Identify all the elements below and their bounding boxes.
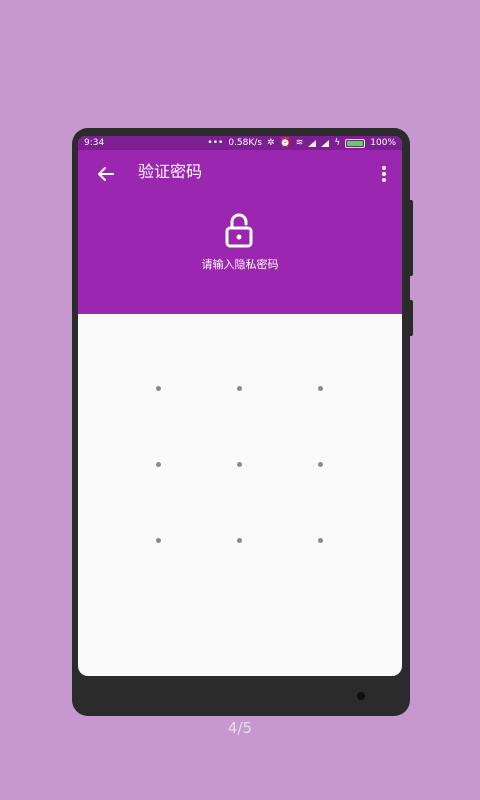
pattern-dot[interactable] [237,538,242,543]
pattern-dot[interactable] [318,538,323,543]
pattern-lock-grid[interactable] [78,314,402,676]
network-speed: 0.58K/s [228,138,263,148]
signal-icon [321,139,330,147]
password-prompt: 请输入隐私密码 [201,258,279,271]
volume-button [408,200,413,276]
pattern-dot[interactable] [237,386,242,391]
more-menu-button[interactable] [374,160,394,188]
more-dots-icon: ••• [207,138,224,148]
more-vertical-icon [382,166,386,182]
back-button[interactable] [92,160,120,188]
pattern-dot[interactable] [237,462,242,467]
status-icons: ••• 0.58K/s ✲ ⏰ ≋ ϟ 100% [207,136,396,150]
pattern-dot[interactable] [156,462,161,467]
page-title: 验证密码 [138,162,203,181]
pattern-dot[interactable] [318,462,323,467]
charging-icon: ϟ [334,138,341,148]
page-indicator: 4/5 [227,719,253,737]
wifi-icon: ≋ [295,138,304,148]
header: 验证密码 请输入隐私密码 [78,150,402,314]
battery-level: 100% [370,138,396,148]
arrow-left-icon [98,167,114,181]
bluetooth-icon: ✲ [267,138,275,148]
status-time: 9:34 [84,138,105,148]
battery-icon [345,138,366,148]
alarm-icon: ⏰ [279,138,291,148]
status-bar: 9:34 ••• 0.58K/s ✲ ⏰ ≋ ϟ 100% [78,136,402,150]
pattern-dot[interactable] [156,386,161,391]
pattern-dot[interactable] [318,386,323,391]
camera-dot [357,692,365,700]
unlock-icon [225,213,253,248]
power-button [408,300,413,336]
signal-icon [308,139,317,147]
pattern-dot[interactable] [156,538,161,543]
phone-screen: 9:34 ••• 0.58K/s ✲ ⏰ ≋ ϟ 100% 验证密码 请输入隐私… [78,136,402,676]
